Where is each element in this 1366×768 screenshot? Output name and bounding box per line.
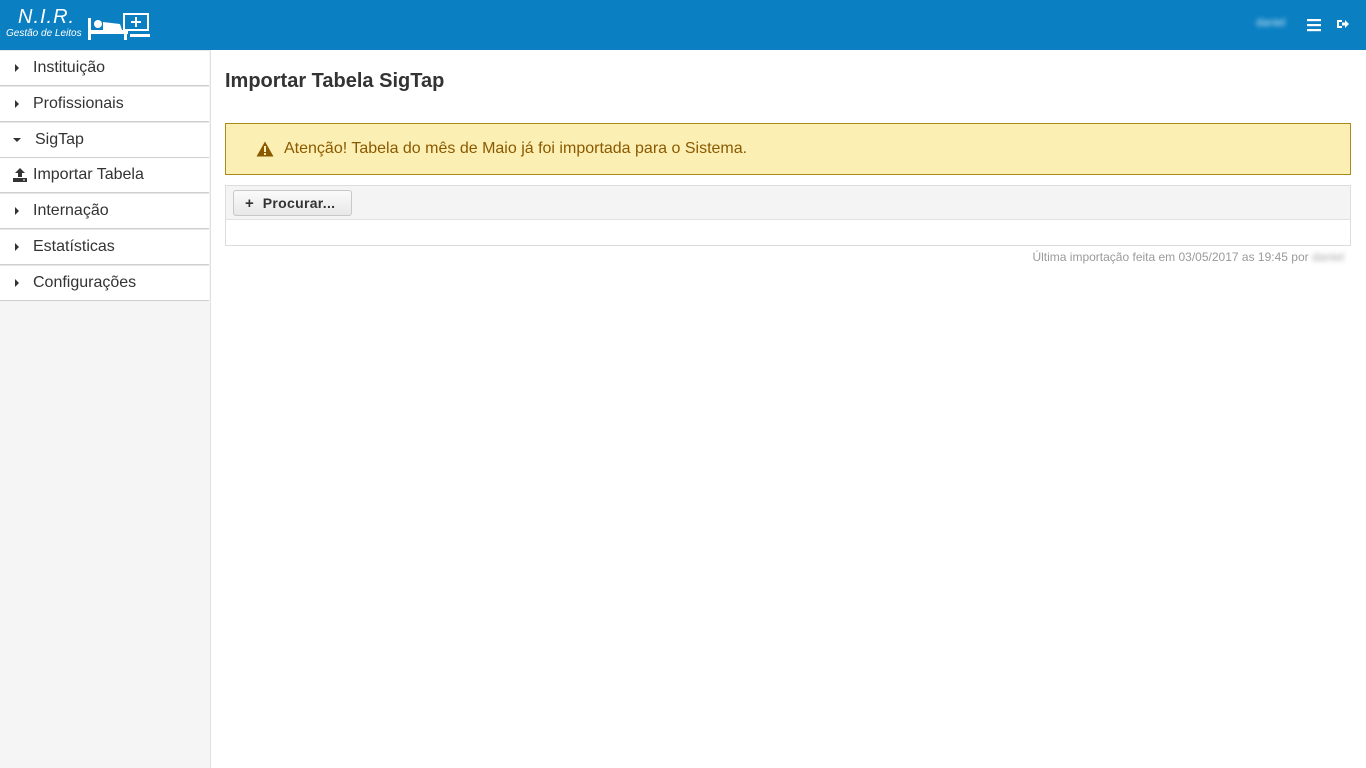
- browse-button-label: Procurar...: [262, 195, 336, 211]
- sidebar-item-sigtap[interactable]: SigTap: [0, 122, 209, 158]
- sidebar-item-label: Internação: [33, 202, 109, 219]
- caret-right-icon: [15, 64, 19, 72]
- sidebar-item-configuracoes[interactable]: Configurações: [0, 265, 209, 301]
- warning-alert: Atenção! Tabela do mês de Maio já foi im…: [225, 123, 1351, 175]
- app-logo[interactable]: N.I.R. Gestão de Leitos: [6, 6, 156, 46]
- caret-right-icon: [15, 243, 19, 251]
- logo-subtitle: Gestão de Leitos: [6, 28, 82, 39]
- top-navbar: N.I.R. Gestão de Leitos daniel: [0, 0, 1366, 50]
- browse-button[interactable]: + Procurar...: [233, 190, 352, 216]
- upload-toolbar: + Procurar...: [226, 186, 1350, 220]
- caret-right-icon: [15, 100, 19, 108]
- sidebar-subitem-importar-tabela[interactable]: Importar Tabela: [0, 158, 209, 193]
- sidebar-item-label: Configurações: [33, 274, 137, 291]
- sidebar: Instituição Profissionais SigTap Importa…: [0, 50, 211, 768]
- caret-right-icon: [15, 207, 19, 215]
- logout-icon[interactable]: [1336, 17, 1350, 31]
- sidebar-item-internacao[interactable]: Internação: [0, 193, 209, 229]
- warning-icon: [256, 141, 274, 157]
- sidebar-item-label: Estatísticas: [33, 238, 115, 255]
- sidebar-item-label: Instituição: [33, 59, 106, 76]
- alert-text: Atenção! Tabela do mês de Maio já foi im…: [284, 140, 748, 157]
- caret-down-icon: [13, 138, 21, 142]
- caret-right-icon: [15, 279, 19, 287]
- plus-icon: +: [245, 194, 254, 212]
- menu-icon[interactable]: [1306, 17, 1322, 33]
- hospital-bed-icon: [88, 13, 150, 40]
- sidebar-item-estatisticas[interactable]: Estatísticas: [0, 229, 209, 265]
- last-import-text: Última importação feita em 03/05/2017 as…: [1032, 250, 1309, 264]
- upload-file-area[interactable]: [226, 220, 1350, 245]
- sidebar-item-profissionais[interactable]: Profissionais: [0, 86, 209, 122]
- user-name[interactable]: daniel: [1256, 17, 1285, 29]
- sidebar-item-label: Profissionais: [33, 95, 124, 112]
- sidebar-item-instituicao[interactable]: Instituição: [0, 50, 209, 86]
- last-import-user: daniel: [1311, 250, 1344, 264]
- last-import-info: Última importação feita em 03/05/2017 as…: [1032, 250, 1344, 264]
- upload-icon: [13, 168, 27, 182]
- page-title: Importar Tabela SigTap: [225, 70, 445, 92]
- logo-title: N.I.R.: [18, 6, 76, 28]
- file-upload-panel: + Procurar...: [225, 185, 1351, 246]
- sidebar-item-label: SigTap: [35, 131, 84, 148]
- sidebar-subitem-label: Importar Tabela: [33, 166, 144, 183]
